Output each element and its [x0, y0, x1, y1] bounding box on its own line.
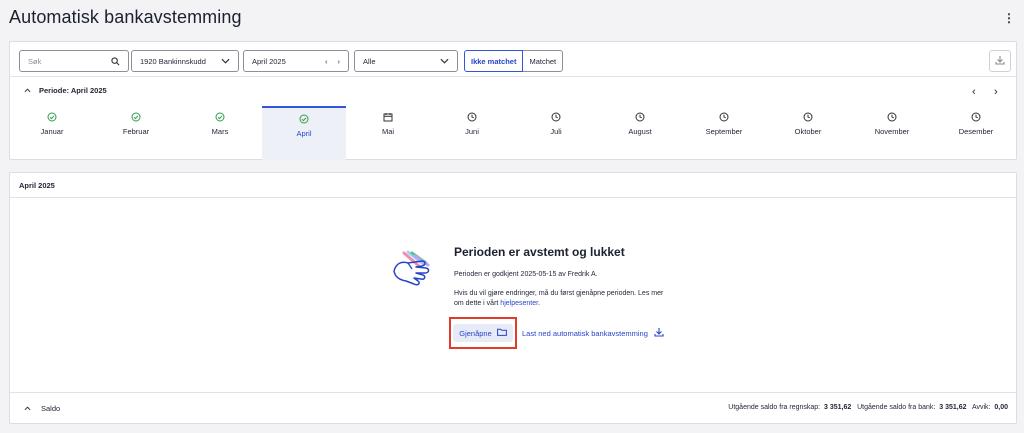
page-title: Automatisk bankavstemming: [9, 7, 242, 27]
reopen-highlight: Gjenåpne: [449, 317, 517, 349]
period-picker-value: April 2025: [252, 56, 286, 66]
month-label: November: [874, 127, 910, 136]
month-tab-mai[interactable]: Mai: [346, 106, 430, 160]
month-tab-april[interactable]: April: [262, 106, 346, 160]
check-circle-icon: [47, 111, 57, 123]
month-label: Februar: [122, 127, 150, 136]
month-tab-november[interactable]: November: [850, 106, 934, 160]
closed-hand-illustration-icon: [386, 249, 432, 296]
ledger-balance-label: Utgående saldo fra regnskap:: [728, 404, 821, 411]
chevron-right-icon[interactable]: ›: [338, 57, 341, 66]
match-toggle: Ikke matchet Matchet: [464, 50, 564, 72]
clock-icon: [971, 111, 981, 123]
month-tab-august[interactable]: August: [598, 106, 682, 160]
folder-icon: [496, 328, 507, 338]
chevron-down-icon: [440, 58, 449, 64]
month-tab-oktober[interactable]: Oktober: [766, 106, 850, 160]
divider: [10, 197, 1016, 198]
month-tab-februar[interactable]: Februar: [94, 106, 178, 160]
reopen-button[interactable]: Gjenåpne: [453, 324, 513, 342]
prev-year-icon[interactable]: ‹: [972, 86, 976, 98]
approved-text: Perioden er godkjent 2025-05-15 av Fredr…: [454, 271, 598, 278]
month-label: September: [705, 127, 743, 136]
search-icon: [111, 56, 120, 66]
month-label: August: [628, 127, 652, 136]
account-select-value: 1920 Bankinnskudd: [140, 56, 206, 66]
chevron-left-icon[interactable]: ‹: [325, 57, 328, 66]
clock-icon: [551, 111, 561, 123]
section-heading: April 2025: [19, 181, 55, 190]
reopen-info-end: .: [538, 300, 541, 307]
saldo-totals: Utgående saldo fra regnskap: 3 351,62 Ut…: [728, 404, 1008, 411]
saldo-toggle[interactable]: Saldo: [24, 404, 60, 413]
period-status-panel: April 2025 Perioden er avstemt og lukket…: [9, 172, 1017, 424]
reopen-info: Hvis du vil gjøre endringer, må du først…: [454, 289, 674, 309]
reopen-info-text: Hvis du vil gjøre endringer, må du først…: [454, 290, 664, 307]
chevron-down-icon: [221, 58, 230, 64]
ledger-balance-value: 3 351,62: [824, 404, 852, 411]
chevron-up-icon: [24, 86, 31, 95]
month-tab-mars[interactable]: Mars: [178, 106, 262, 160]
clock-icon: [803, 111, 813, 123]
month-tab-desember[interactable]: Desember: [934, 106, 1018, 160]
clock-icon: [887, 111, 897, 123]
status-select[interactable]: Alle: [354, 50, 458, 72]
download-icon: [995, 52, 1005, 70]
month-label: April: [296, 129, 312, 138]
month-label: Mai: [381, 127, 395, 136]
download-report-label: Last ned automatisk bankavstemming: [522, 328, 648, 338]
deviation-value: 0,00: [994, 404, 1008, 411]
clock-icon: [719, 111, 729, 123]
month-label: Mars: [211, 127, 229, 136]
check-circle-icon: [215, 111, 225, 123]
help-center-link[interactable]: hjelpesenter: [500, 300, 538, 307]
month-tab-januar[interactable]: Januar: [10, 106, 94, 160]
chevron-up-icon: [24, 404, 31, 413]
clock-icon: [467, 111, 477, 123]
divider: [10, 76, 1016, 77]
period-header[interactable]: Periode: April 2025: [24, 86, 107, 95]
search-input[interactable]: Søk: [19, 50, 129, 72]
download-report-link[interactable]: Last ned automatisk bankavstemming: [522, 327, 664, 339]
month-label: Desember: [958, 127, 994, 136]
calendar-icon: [383, 111, 393, 123]
month-label: Januar: [40, 127, 64, 136]
search-placeholder: Søk: [28, 56, 42, 66]
status-title: Perioden er avstemt og lukket: [454, 245, 625, 259]
month-tab-juni[interactable]: Juni: [430, 106, 514, 160]
account-select[interactable]: 1920 Bankinnskudd: [131, 50, 239, 72]
clock-icon: [635, 111, 645, 123]
toggle-unmatched[interactable]: Ikke matchet: [464, 50, 524, 72]
check-circle-icon: [299, 113, 309, 125]
check-circle-icon: [131, 111, 141, 123]
month-label: Juli: [550, 127, 562, 136]
saldo-label: Saldo: [41, 404, 61, 413]
more-options-icon[interactable]: ⋮: [1003, 12, 1015, 24]
month-label: Oktober: [794, 127, 822, 136]
status-select-value: Alle: [363, 56, 376, 66]
deviation-label: Avvik:: [971, 404, 991, 411]
month-label: Juni: [465, 127, 479, 136]
month-tab-september[interactable]: September: [682, 106, 766, 160]
month-strip: Januar Februar Mars April Mai Juni Juli August S…: [10, 106, 1018, 160]
reopen-button-label: Gjenåpne: [459, 328, 492, 338]
bank-balance-value: 3 351,62: [939, 404, 967, 411]
period-picker[interactable]: April 2025 ‹ ›: [243, 50, 349, 72]
month-tab-juli[interactable]: Juli: [514, 106, 598, 160]
saldo-row: Saldo Utgående saldo fra regnskap: 3 351…: [10, 393, 1016, 423]
period-heading: Periode: April 2025: [39, 86, 107, 95]
export-button[interactable]: [989, 50, 1011, 72]
filter-panel: Søk 1920 Bankinnskudd April 2025 ‹ › All…: [9, 41, 1017, 160]
download-icon: [654, 327, 664, 339]
next-year-icon[interactable]: ›: [994, 86, 998, 98]
toggle-matched[interactable]: Matchet: [523, 50, 564, 72]
bank-balance-label: Utgående saldo fra bank:: [857, 404, 936, 411]
